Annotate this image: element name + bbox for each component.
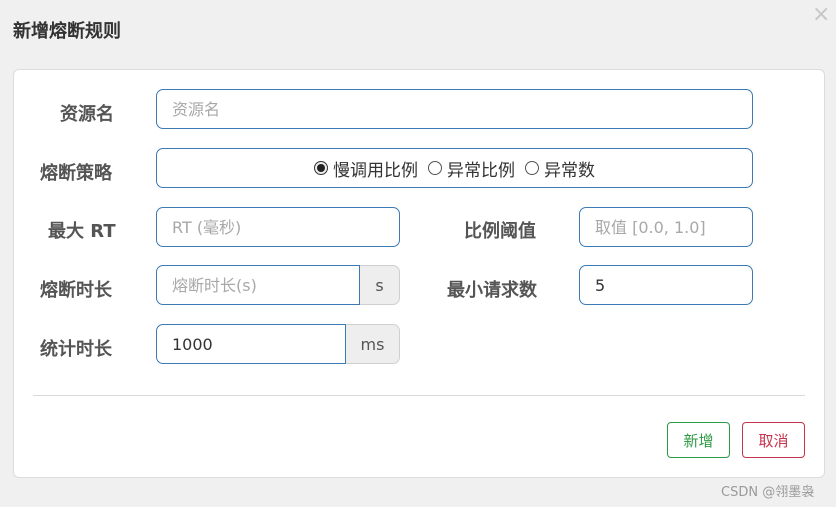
min-requests-label: 最小请求数	[447, 280, 537, 301]
break-duration-unit: s	[360, 265, 400, 305]
modal-title: 新增熔断规则	[13, 21, 121, 42]
add-button[interactable]: 新增	[667, 422, 730, 458]
divider	[33, 395, 805, 396]
break-duration-label: 熔断时长	[40, 280, 112, 301]
stat-duration-label: 统计时长	[40, 339, 112, 360]
stat-duration-input[interactable]	[156, 324, 346, 364]
radio-label: 异常数	[544, 160, 595, 181]
cancel-button[interactable]: 取消	[742, 422, 805, 458]
radio-error-ratio[interactable]: 异常比例	[428, 156, 515, 181]
radio-checked-icon	[314, 161, 328, 175]
watermark: CSDN @翎墨袅	[721, 485, 815, 500]
radio-label: 异常比例	[447, 160, 515, 181]
close-icon[interactable]: ×	[812, 2, 830, 28]
strategy-radio-group: 慢调用比例 异常比例 异常数	[156, 148, 753, 188]
max-rt-input[interactable]	[156, 207, 400, 247]
strategy-label: 熔断策略	[40, 163, 112, 184]
resource-input[interactable]	[156, 89, 753, 129]
radio-slow-call-ratio[interactable]: 慢调用比例	[314, 156, 418, 181]
radio-error-count[interactable]: 异常数	[525, 156, 595, 181]
break-duration-input[interactable]	[156, 265, 360, 305]
resource-label: 资源名	[60, 104, 114, 125]
stat-duration-unit: ms	[346, 324, 400, 364]
max-rt-label: 最大 RT	[48, 221, 116, 242]
radio-unchecked-icon	[525, 161, 539, 175]
radio-unchecked-icon	[428, 161, 442, 175]
ratio-threshold-label: 比例阈值	[464, 221, 536, 242]
min-requests-input[interactable]	[579, 265, 753, 305]
radio-label: 慢调用比例	[333, 160, 418, 181]
ratio-threshold-input[interactable]	[579, 207, 753, 247]
